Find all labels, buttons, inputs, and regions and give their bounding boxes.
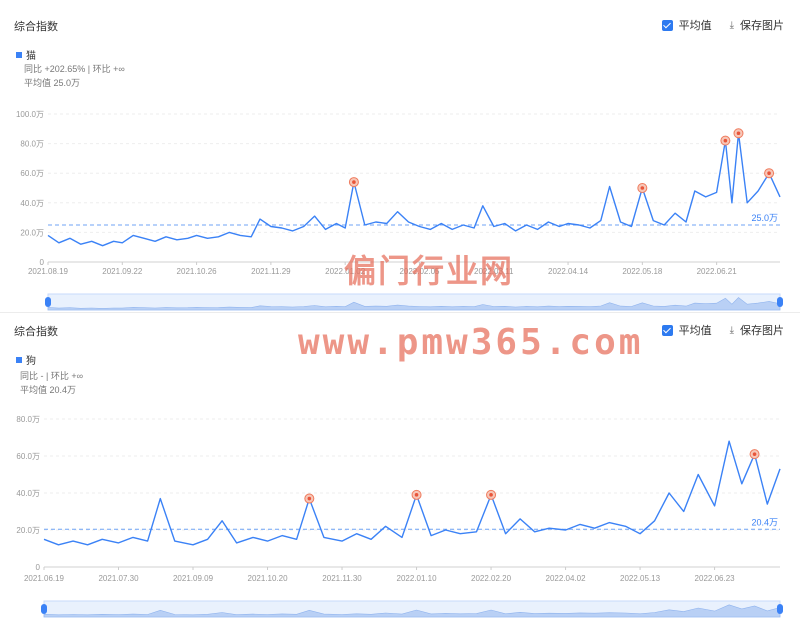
x-tick-label: 2022.01.10 bbox=[397, 574, 438, 583]
x-tick-label: 2021.10.20 bbox=[248, 574, 289, 583]
peak-marker-dot bbox=[640, 186, 645, 190]
peak-marker-dot bbox=[352, 180, 356, 184]
y-tick-label: 80.0万 bbox=[16, 415, 40, 424]
x-tick-label: 2022.05.18 bbox=[622, 267, 663, 276]
x-tick-label: 2021.11.29 bbox=[251, 267, 291, 276]
x-tick-label: 2021.11.30 bbox=[322, 574, 362, 583]
x-tick-label: 2022.06.21 bbox=[697, 267, 738, 276]
x-tick-label: 2021.06.19 bbox=[24, 574, 65, 583]
peak-marker-dot bbox=[723, 138, 728, 143]
average-value-label: 20.4万 bbox=[751, 517, 778, 527]
range-handle-left[interactable] bbox=[45, 297, 51, 307]
x-tick-label: 2021.07.30 bbox=[98, 574, 139, 583]
x-tick-label: 2022.06.23 bbox=[695, 574, 736, 583]
range-handle-left[interactable] bbox=[41, 604, 47, 614]
series-line bbox=[47, 132, 781, 247]
watermark-text: 偏门行业网 bbox=[344, 252, 515, 290]
average-value-label: 25.0万 bbox=[751, 213, 778, 223]
x-tick-label: 2022.04.02 bbox=[546, 574, 587, 583]
y-tick-label: 100.0万 bbox=[16, 110, 44, 119]
y-tick-label: 0 bbox=[36, 563, 41, 572]
x-tick-label: 2021.09.22 bbox=[102, 267, 143, 276]
peak-marker-dot bbox=[767, 171, 771, 175]
peak-marker-dot bbox=[307, 496, 312, 501]
watermark-url: www.pmw365.com bbox=[298, 322, 644, 363]
x-tick-label: 2022.05.13 bbox=[620, 574, 661, 583]
y-tick-label: 80.0万 bbox=[20, 140, 44, 149]
y-tick-label: 0 bbox=[40, 258, 45, 267]
range-handle-right[interactable] bbox=[777, 297, 783, 307]
peak-marker-dot bbox=[414, 493, 419, 497]
x-tick-label: 2021.10.26 bbox=[177, 267, 218, 276]
peak-marker-dot bbox=[752, 452, 757, 456]
x-tick-label: 2022.04.14 bbox=[548, 267, 589, 276]
range-handle-right[interactable] bbox=[777, 604, 783, 614]
y-tick-label: 40.0万 bbox=[16, 489, 40, 498]
peak-marker-dot bbox=[736, 131, 741, 136]
x-tick-label: 2022.02.20 bbox=[471, 574, 512, 583]
y-tick-label: 20.0万 bbox=[20, 228, 44, 237]
x-tick-label: 2021.08.19 bbox=[28, 267, 69, 276]
y-tick-label: 40.0万 bbox=[20, 199, 44, 208]
y-tick-label: 60.0万 bbox=[20, 169, 44, 178]
y-tick-label: 20.0万 bbox=[16, 526, 40, 535]
peak-marker-dot bbox=[489, 493, 493, 497]
x-tick-label: 2021.09.09 bbox=[173, 574, 214, 583]
y-tick-label: 60.0万 bbox=[16, 452, 40, 461]
